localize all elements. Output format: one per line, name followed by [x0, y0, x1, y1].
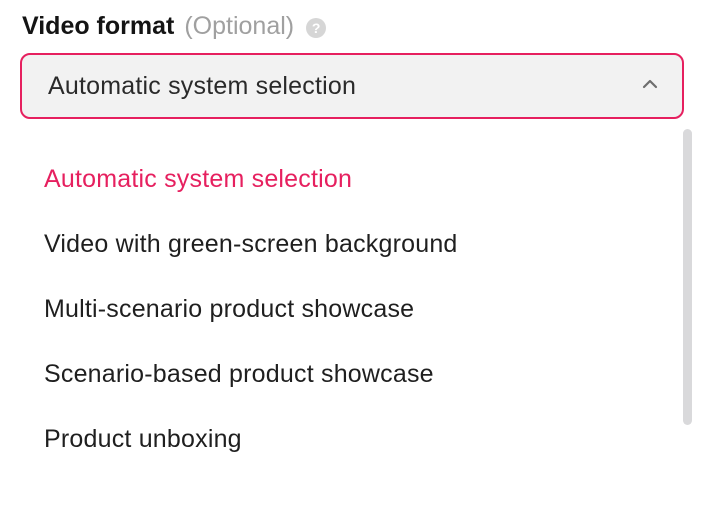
dropdown-option-automatic[interactable]: Automatic system selection [44, 147, 660, 212]
optional-label: (Optional) [184, 12, 294, 41]
dropdown-option-greenscreen[interactable]: Video with green-screen background [44, 212, 660, 277]
field-label-row: Video format (Optional) ? [22, 12, 684, 41]
chevron-up-icon [640, 74, 660, 99]
select-value: Automatic system selection [48, 72, 356, 101]
video-format-dropdown: Automatic system selection Video with gr… [20, 125, 684, 476]
video-format-select[interactable]: Automatic system selection [20, 53, 684, 119]
scrollbar[interactable] [683, 129, 692, 425]
dropdown-option-multiscenario[interactable]: Multi-scenario product showcase [44, 277, 660, 342]
video-format-label: Video format [22, 12, 174, 41]
help-icon[interactable]: ? [306, 18, 326, 38]
dropdown-option-scenariobased[interactable]: Scenario-based product showcase [44, 342, 660, 407]
dropdown-option-unboxing[interactable]: Product unboxing [44, 407, 660, 472]
